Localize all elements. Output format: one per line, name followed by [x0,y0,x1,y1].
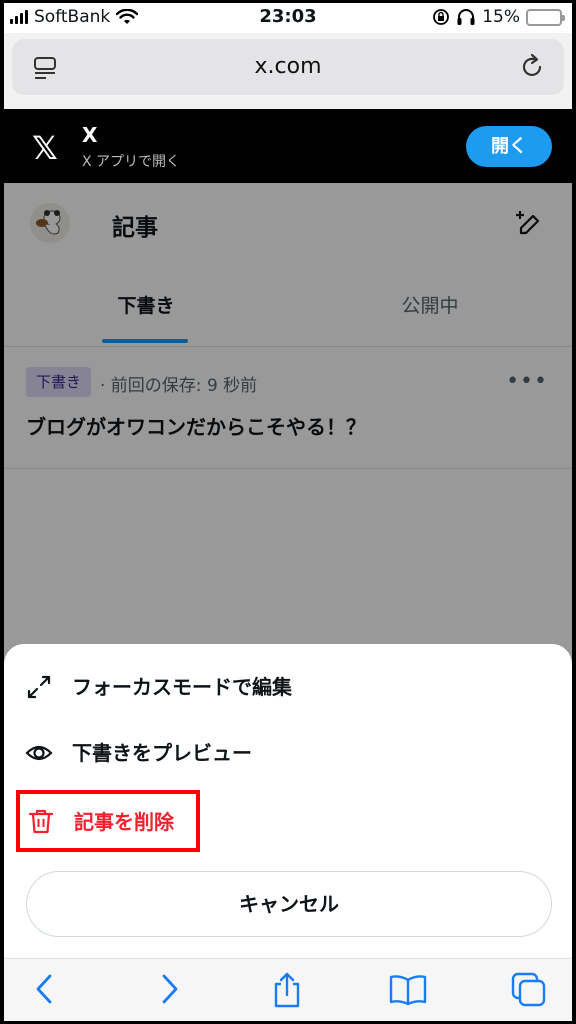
share-icon[interactable] [270,971,304,1009]
focus-mode-edit-label: フォーカスモードで編集 [72,675,292,699]
safari-bottom-toolbar [4,958,572,1021]
focus-mode-edit-item[interactable]: フォーカスモードで編集 [24,660,424,710]
cancel-button[interactable]: キャンセル [26,871,552,937]
trash-icon [28,809,54,834]
browser-toolbar: x.com [4,33,572,109]
orientation-lock-icon [433,9,450,25]
action-sheet: フォーカスモードで編集 下書きをプレビュー 記事を削除 キャンセル [4,644,572,958]
delete-article-item[interactable]: 記事を削除 [16,790,200,852]
app-banner: 𝕏 X X アプリで開く 開く [4,109,572,183]
expand-icon [27,675,51,699]
back-icon[interactable] [30,971,60,1007]
x-logo-icon: 𝕏 [32,129,58,167]
eye-icon [25,745,53,761]
preview-draft-label: 下書きをプレビュー [72,741,252,765]
address-bar[interactable]: x.com [12,39,564,95]
headphones-icon [457,9,475,25]
screen: SoftBank 23:03 15% x.com 𝕏 X X アプリで開く 開く… [4,3,572,1021]
app-name: X [82,123,98,147]
open-app-button[interactable]: 開く [466,126,552,167]
tabs-icon[interactable] [510,971,548,1009]
url-text[interactable]: x.com [12,54,564,79]
forward-icon[interactable] [154,971,184,1007]
bookmarks-icon[interactable] [388,971,428,1007]
battery-percent: 15% [482,7,520,27]
app-subtitle: X アプリで開く [82,154,181,170]
battery-icon [526,8,565,26]
delete-article-label: 記事を削除 [74,810,174,834]
preview-draft-item[interactable]: 下書きをプレビュー [24,726,424,776]
status-bar: SoftBank 23:03 15% [4,3,572,33]
reload-icon[interactable] [518,53,546,81]
